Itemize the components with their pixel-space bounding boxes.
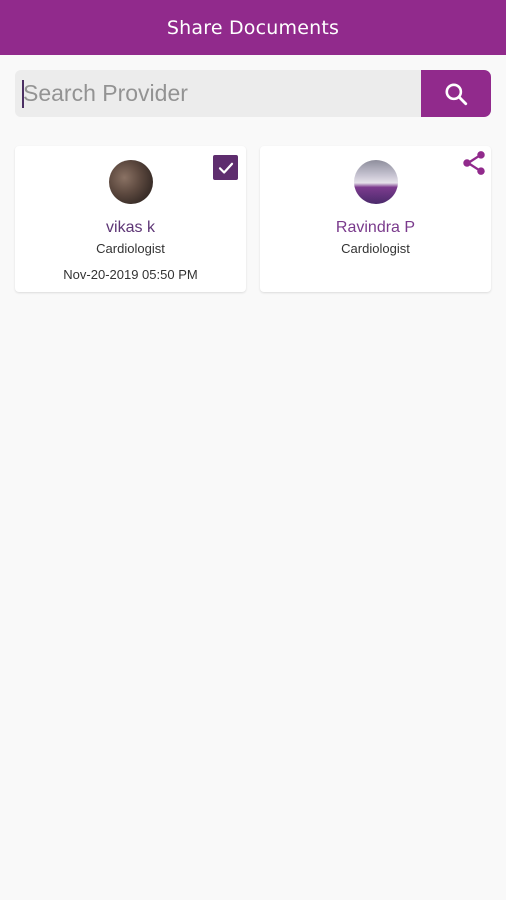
shared-date: Nov-20-2019 05:50 PM	[63, 267, 198, 282]
provider-list: vikas k Cardiologist Nov-20-2019 05:50 P…	[15, 146, 492, 292]
page-title: Share Documents	[166, 16, 340, 39]
search-bar	[15, 70, 491, 117]
provider-card[interactable]: vikas k Cardiologist Nov-20-2019 05:50 P…	[15, 146, 246, 292]
search-input[interactable]	[15, 70, 421, 117]
provider-name: vikas k	[106, 219, 155, 236]
provider-name: Ravindra P	[335, 219, 416, 236]
search-input-container[interactable]	[15, 70, 421, 117]
avatar	[353, 160, 398, 204]
provider-card[interactable]: Ravindra P Cardiologist	[260, 146, 491, 292]
text-cursor	[22, 80, 24, 108]
checkbox-checked-icon	[218, 162, 233, 174]
search-icon	[445, 82, 468, 105]
select-checkbox[interactable]	[213, 155, 238, 180]
app-header: Share Documents	[0, 0, 506, 55]
provider-specialty: Cardiologist	[96, 241, 165, 256]
avatar	[108, 160, 153, 204]
share-icon	[463, 151, 485, 175]
share-button[interactable]	[459, 148, 489, 178]
search-button[interactable]	[421, 70, 491, 117]
provider-specialty: Cardiologist	[341, 241, 410, 256]
